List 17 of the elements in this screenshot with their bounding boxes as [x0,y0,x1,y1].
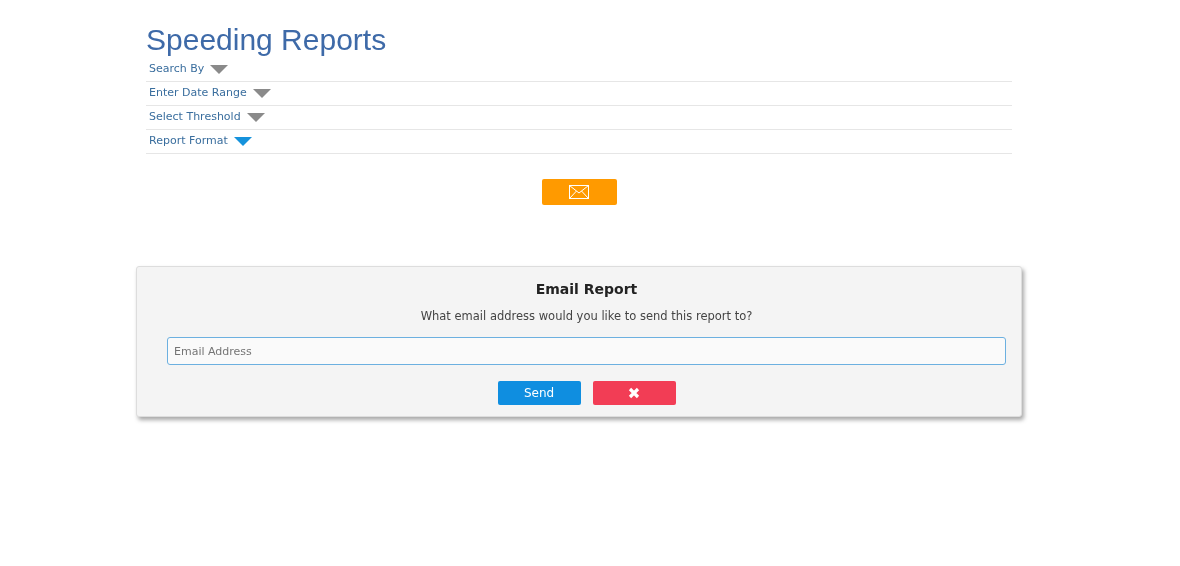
section-toggle[interactable]: Select Threshold [149,109,241,126]
envelope-icon [569,185,589,199]
caret-icon[interactable] [252,89,271,98]
caret-icon[interactable] [246,113,265,122]
email-button[interactable] [541,179,617,205]
caret-icon[interactable] [233,137,252,146]
send-button[interactable]: Send [497,381,581,406]
section-toggle[interactable]: Report Format [149,133,228,150]
email-field[interactable]: Email Address [167,337,1006,366]
page-title: Speeding Reports [146,22,388,58]
dialog-title: Email Report [534,281,639,298]
cancel-button[interactable] [592,381,676,406]
caret-icon[interactable] [210,65,229,74]
dialog-message: What email address would you like to send this report to? [419,307,754,325]
section-toggle[interactable]: Search By [149,61,205,78]
section-toggle[interactable]: Enter Date Range [149,85,247,102]
close-icon [628,387,640,400]
